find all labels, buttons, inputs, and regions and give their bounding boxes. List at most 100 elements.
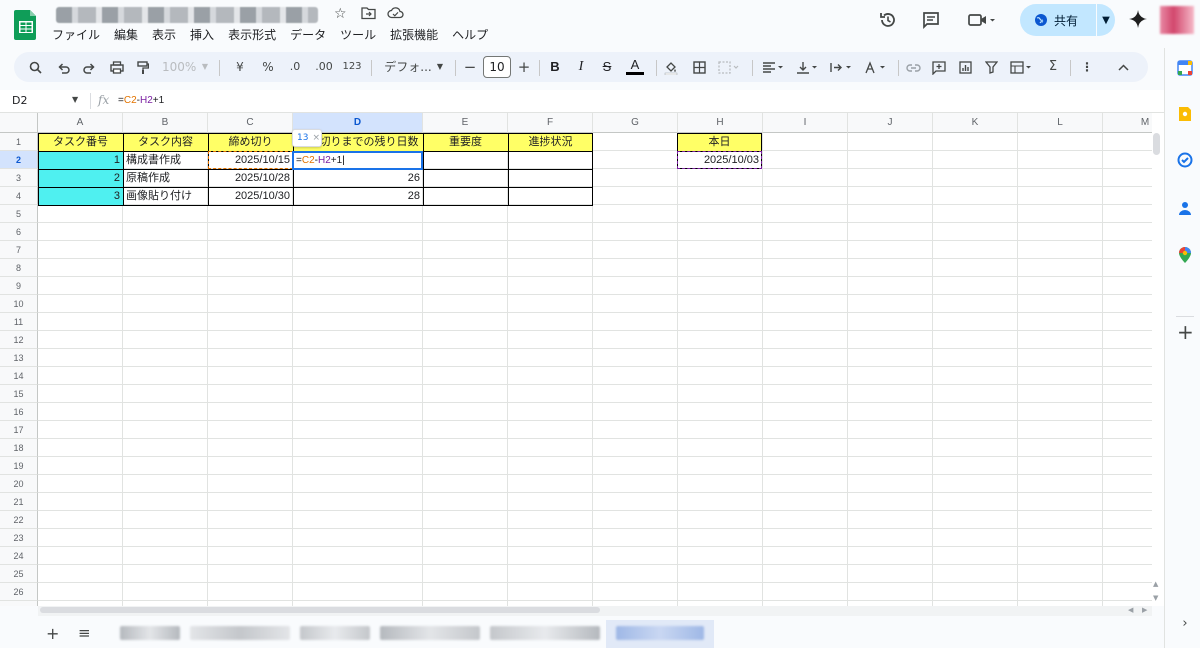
row-header-27[interactable]: 27: [0, 601, 38, 606]
menu-insert[interactable]: 挿入: [190, 26, 214, 44]
print-icon[interactable]: [108, 52, 126, 82]
sheet-tab-4[interactable]: [380, 626, 480, 640]
cell-f1[interactable]: 進捗状況: [508, 133, 593, 151]
row-header-2[interactable]: 2: [0, 151, 38, 169]
scroll-down-arrow-icon[interactable]: ▼: [1153, 594, 1158, 602]
sheet-tab-5[interactable]: [490, 626, 600, 640]
filter-icon[interactable]: [982, 52, 1000, 82]
cell-b2[interactable]: 構成書作成: [123, 151, 208, 169]
text-rotation-icon[interactable]: [862, 52, 890, 82]
text-wrap-icon[interactable]: [828, 52, 856, 82]
cell-d4[interactable]: 28: [293, 187, 423, 205]
row-header-19[interactable]: 19: [0, 457, 38, 475]
vertical-scrollbar[interactable]: [1152, 113, 1164, 606]
cloud-saved-icon[interactable]: [387, 6, 404, 23]
all-sheets-menu-icon[interactable]: ≡: [78, 624, 91, 642]
row-header-24[interactable]: 24: [0, 547, 38, 565]
column-header-l[interactable]: L: [1018, 113, 1103, 133]
sheet-tab-3[interactable]: [300, 626, 370, 640]
select-all-corner[interactable]: [0, 113, 38, 133]
cell-b4[interactable]: 画像貼り付け: [123, 187, 208, 205]
expand-side-panel-icon[interactable]: ›: [1177, 616, 1193, 631]
column-header-f[interactable]: F: [508, 113, 593, 133]
horizontal-scroll-thumb[interactable]: [40, 607, 600, 613]
row-header-20[interactable]: 20: [0, 475, 38, 493]
horizontal-align-icon[interactable]: [760, 52, 788, 82]
number-format-button[interactable]: 123: [340, 52, 364, 82]
move-folder-icon[interactable]: [361, 6, 376, 24]
search-menus-icon[interactable]: [26, 52, 44, 82]
comments-icon[interactable]: [921, 10, 941, 35]
zoom-select[interactable]: 100%: [162, 52, 196, 82]
bold-button[interactable]: B: [546, 52, 564, 82]
increase-decimal-button[interactable]: .00: [312, 52, 336, 82]
cell-c3[interactable]: 2025/10/28: [208, 169, 293, 187]
account-avatar[interactable]: [1160, 6, 1194, 34]
row-header-13[interactable]: 13: [0, 349, 38, 367]
row-header-5[interactable]: 5: [0, 205, 38, 223]
borders-icon[interactable]: [690, 52, 708, 82]
collapse-menus-icon[interactable]: [1114, 52, 1132, 82]
row-header-3[interactable]: 3: [0, 169, 38, 187]
merge-cells-icon[interactable]: [716, 52, 742, 82]
filter-views-icon[interactable]: [1008, 52, 1036, 82]
meet-video-icon[interactable]: [967, 10, 997, 35]
calendar-icon[interactable]: [1177, 60, 1193, 80]
paint-format-icon[interactable]: [134, 52, 152, 82]
cell-h1[interactable]: 本日: [677, 133, 762, 151]
insert-chart-icon[interactable]: [956, 52, 974, 82]
vertical-align-icon[interactable]: [794, 52, 822, 82]
keep-icon[interactable]: [1177, 106, 1193, 126]
functions-button[interactable]: Σ: [1044, 52, 1062, 82]
vertical-scroll-thumb[interactable]: [1153, 133, 1160, 155]
cell-c4[interactable]: 2025/10/30: [208, 187, 293, 205]
font-size-input[interactable]: 10: [483, 56, 511, 78]
menu-extensions[interactable]: 拡張機能: [390, 26, 438, 44]
column-header-b[interactable]: B: [123, 113, 208, 133]
scroll-up-arrow-icon[interactable]: ▲: [1153, 580, 1158, 588]
scroll-right-arrow-icon[interactable]: ▶: [1142, 606, 1147, 614]
column-header-h[interactable]: H: [678, 113, 763, 133]
contacts-icon[interactable]: [1177, 200, 1193, 220]
scroll-left-arrow-icon[interactable]: ◀: [1128, 606, 1133, 614]
redo-icon[interactable]: [80, 52, 98, 82]
row-header-1[interactable]: 1: [0, 133, 38, 151]
share-button[interactable]: 共有 ▼: [1020, 4, 1115, 36]
undo-icon[interactable]: [54, 52, 72, 82]
row-header-12[interactable]: 12: [0, 331, 38, 349]
add-addon-icon[interactable]: +: [1177, 320, 1194, 344]
column-header-j[interactable]: J: [848, 113, 933, 133]
name-box-caret-icon[interactable]: ▼: [72, 95, 78, 104]
maps-icon[interactable]: [1177, 246, 1193, 268]
active-cell-editor-d2[interactable]: =C2-H2+1|: [292, 151, 423, 170]
tasks-icon[interactable]: [1177, 152, 1193, 172]
row-header-9[interactable]: 9: [0, 277, 38, 295]
strikethrough-button[interactable]: S: [598, 52, 616, 82]
row-header-16[interactable]: 16: [0, 403, 38, 421]
star-icon[interactable]: ☆: [334, 6, 347, 22]
insert-link-icon[interactable]: [904, 52, 922, 82]
row-header-18[interactable]: 18: [0, 439, 38, 457]
row-header-8[interactable]: 8: [0, 259, 38, 277]
row-header-17[interactable]: 17: [0, 421, 38, 439]
row-header-23[interactable]: 23: [0, 529, 38, 547]
cell-c1[interactable]: 締め切り: [208, 133, 293, 151]
italic-button[interactable]: I: [572, 52, 590, 82]
percent-format-button[interactable]: %: [258, 52, 278, 82]
cell-a2[interactable]: 1: [38, 151, 123, 169]
add-sheet-icon[interactable]: +: [46, 624, 59, 643]
row-header-22[interactable]: 22: [0, 511, 38, 529]
menu-view[interactable]: 表示: [152, 26, 176, 44]
insert-comment-icon[interactable]: [930, 52, 948, 82]
row-header-26[interactable]: 26: [0, 583, 38, 601]
row-header-15[interactable]: 15: [0, 385, 38, 403]
share-dropdown-caret-icon[interactable]: ▼: [1097, 15, 1115, 26]
fill-color-icon[interactable]: [662, 52, 680, 82]
font-select[interactable]: デフォ...: [378, 52, 438, 82]
menu-data[interactable]: データ: [290, 26, 326, 44]
row-header-10[interactable]: 10: [0, 295, 38, 313]
menu-format[interactable]: 表示形式: [228, 26, 276, 44]
font-size-increase-icon[interactable]: +: [517, 52, 531, 82]
cell-a1[interactable]: タスク番号: [38, 133, 123, 151]
menu-file[interactable]: ファイル: [52, 26, 100, 44]
